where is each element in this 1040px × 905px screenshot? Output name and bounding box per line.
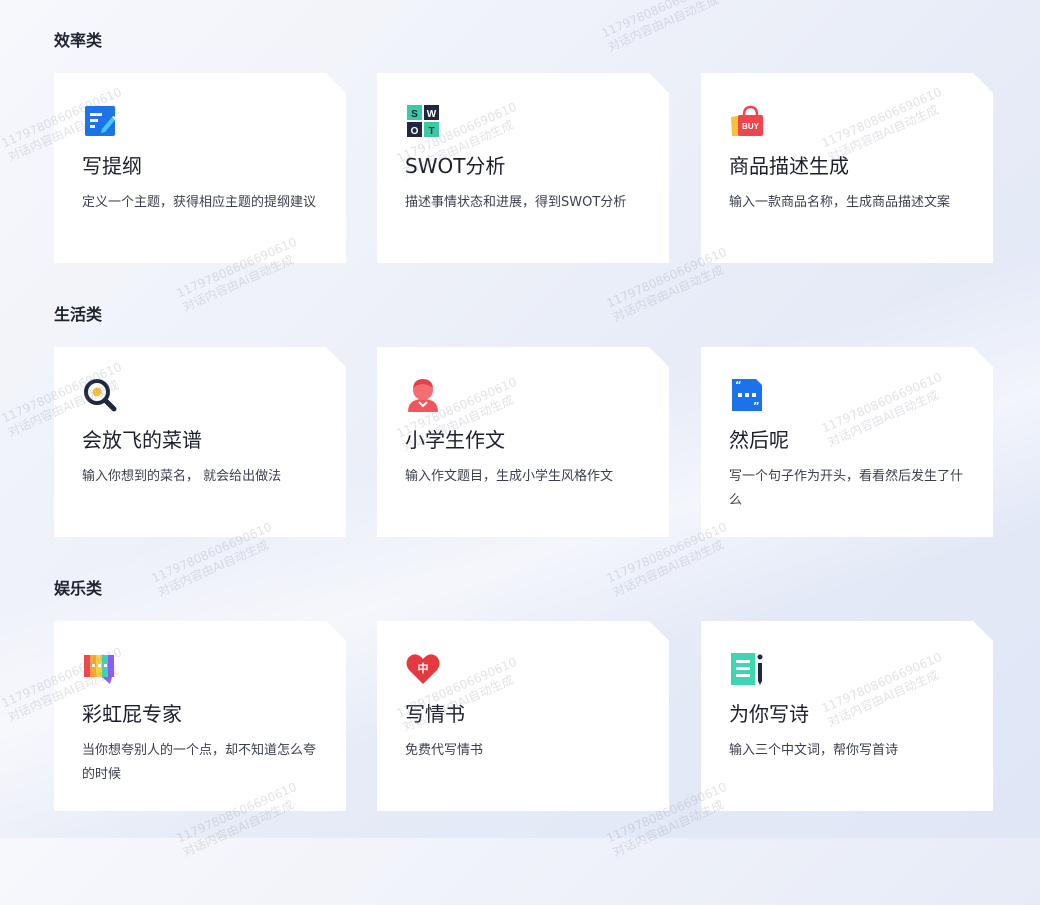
card-description: 描述事情状态和进展，得到SWOT分析 xyxy=(405,195,627,210)
card-title: 彩虹屁专家 xyxy=(82,702,182,726)
section-entertainment: 娱乐类 彩虹屁专家 当你想夸别人的一个点，却不知道怎么夸的时候 中 写情书 免费… xyxy=(54,579,994,599)
poem-icon xyxy=(729,651,765,687)
card-recipe[interactable]: 会放飞的菜谱 输入你想到的菜名， 就会给出做法 xyxy=(54,347,346,537)
magnifier-icon xyxy=(82,377,118,413)
svg-text:”: ” xyxy=(753,401,760,412)
card-description: 写一个句子作为开头，看看然后发生了什么 xyxy=(729,469,964,508)
swot-icon: S W O T xyxy=(405,103,441,139)
section-efficiency: 效率类 写提纲 定义一个主题，获得相应主题的提纲建议 S W O T SWOT分… xyxy=(54,31,994,51)
section-title: 效率类 xyxy=(54,31,103,50)
card-description: 输入作文题目，生成小学生风格作文 xyxy=(405,469,614,484)
card-title: 写提纲 xyxy=(82,154,142,178)
card-title: 小学生作文 xyxy=(405,428,505,452)
card-outline[interactable]: 写提纲 定义一个主题，获得相应主题的提纲建议 xyxy=(54,73,346,263)
heart-icon: 中 xyxy=(405,651,441,687)
quote-icon: “ ” xyxy=(729,377,765,413)
student-icon xyxy=(405,377,441,413)
card-poem[interactable]: 为你写诗 输入三个中文词，帮你写首诗 xyxy=(701,621,993,811)
card-description: 定义一个主题，获得相应主题的提纲建议 xyxy=(82,195,317,210)
swot-letter: O xyxy=(411,126,419,137)
section-title: 生活类 xyxy=(54,305,103,324)
shopping-bag-icon: BUY xyxy=(729,103,765,139)
card-title: 然后呢 xyxy=(729,428,789,452)
card-what-next[interactable]: “ ” 然后呢 写一个句子作为开头，看看然后发生了什么 xyxy=(701,347,993,537)
card-swot[interactable]: S W O T SWOT分析 描述事情状态和进展，得到SWOT分析 xyxy=(377,73,669,263)
buy-label: BUY xyxy=(742,122,760,131)
svg-text:“: “ xyxy=(735,380,742,391)
heart-label: 中 xyxy=(418,661,429,675)
section-life: 生活类 会放飞的菜谱 输入你想到的菜名， 就会给出做法 小学生作文 输入作文题目… xyxy=(54,305,994,325)
card-compliment-expert[interactable]: 彩虹屁专家 当你想夸别人的一个点，却不知道怎么夸的时候 xyxy=(54,621,346,811)
card-title: 为你写诗 xyxy=(729,702,809,726)
card-description: 输入你想到的菜名， 就会给出做法 xyxy=(82,469,282,484)
rainbow-chat-icon xyxy=(82,651,118,687)
card-description: 免费代写情书 xyxy=(405,743,484,758)
card-title: SWOT分析 xyxy=(405,154,506,178)
card-title: 会放飞的菜谱 xyxy=(82,428,202,452)
swot-letter: S xyxy=(411,109,418,120)
card-description: 输入一款商品名称，生成商品描述文案 xyxy=(729,195,951,210)
card-student-essay[interactable]: 小学生作文 输入作文题目，生成小学生风格作文 xyxy=(377,347,669,537)
card-product-description[interactable]: BUY 商品描述生成 输入一款商品名称，生成商品描述文案 xyxy=(701,73,993,263)
card-description: 当你想夸别人的一个点，却不知道怎么夸的时候 xyxy=(82,743,317,782)
outline-icon xyxy=(82,103,118,139)
card-title: 写情书 xyxy=(405,702,465,726)
swot-letter: W xyxy=(427,109,437,120)
card-title: 商品描述生成 xyxy=(729,154,849,178)
section-title: 娱乐类 xyxy=(54,579,103,598)
card-love-letter[interactable]: 中 写情书 免费代写情书 xyxy=(377,621,669,811)
card-description: 输入三个中文词，帮你写首诗 xyxy=(729,743,899,758)
swot-letter: T xyxy=(428,126,434,137)
